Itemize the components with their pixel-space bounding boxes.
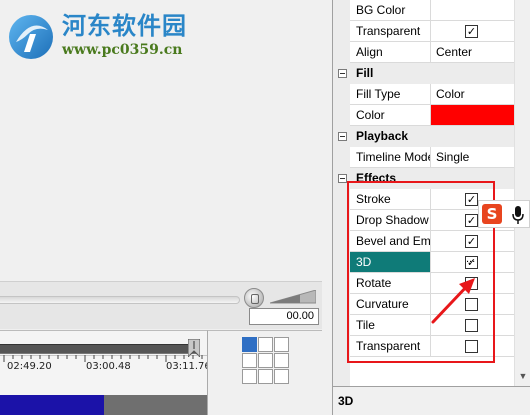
prop-value[interactable]: Center xyxy=(431,42,515,63)
prop-value[interactable] xyxy=(431,105,515,126)
align-middle-right-button[interactable] xyxy=(274,353,289,368)
prop-name: Align xyxy=(350,42,431,63)
prop-row-timeline-mode[interactable]: Timeline Mode Single xyxy=(333,147,515,168)
align-top-right-button[interactable] xyxy=(274,337,289,352)
watermark-title: 河东软件园 xyxy=(62,11,187,40)
watermark: 河东软件园 www.pc0359.cn xyxy=(2,4,232,66)
ime-toolbar[interactable]: S xyxy=(478,200,530,228)
alignment-grid xyxy=(242,337,290,385)
seek-track[interactable] xyxy=(0,296,240,304)
alignment-panel xyxy=(207,330,322,415)
ruler-label: 02:49.20 xyxy=(7,361,52,372)
checkbox[interactable]: ✓ xyxy=(465,25,478,38)
collapse-icon[interactable] xyxy=(338,69,347,78)
category-label: Playback xyxy=(350,126,515,147)
prop-value[interactable]: Single xyxy=(431,147,515,168)
timeline-empty-track[interactable] xyxy=(104,395,207,415)
align-middle-left-button[interactable] xyxy=(242,353,257,368)
timeline-panel[interactable]: 02:49.20 03:00.48 03:11.76 xyxy=(0,330,211,415)
prop-name: Timeline Mode xyxy=(350,147,431,168)
align-bottom-right-button[interactable] xyxy=(274,369,289,384)
preview-canvas[interactable]: 河东软件园 www.pc0359.cn xyxy=(0,0,322,280)
timeline-clip[interactable] xyxy=(0,395,104,415)
volume-slider[interactable] xyxy=(270,290,316,304)
align-top-left-button[interactable] xyxy=(242,337,257,352)
prop-row-fill-type[interactable]: Fill Type Color xyxy=(333,84,515,105)
ime-logo-icon[interactable]: S xyxy=(482,204,502,224)
color-swatch[interactable] xyxy=(431,105,515,125)
prop-name: Color xyxy=(350,105,431,126)
align-bottom-left-button[interactable] xyxy=(242,369,257,384)
prop-row-color[interactable]: Color xyxy=(333,105,515,126)
collapse-icon[interactable] xyxy=(338,132,347,141)
category-playback[interactable]: Playback xyxy=(333,126,515,147)
prop-name: Transparent xyxy=(350,21,431,42)
annotation-arrow-icon xyxy=(431,278,475,324)
category-fill[interactable]: Fill xyxy=(333,63,515,84)
watermark-url: www.pc0359.cn xyxy=(62,42,183,58)
microphone-icon[interactable] xyxy=(511,205,525,225)
align-top-center-button[interactable] xyxy=(258,337,273,352)
prop-row-transparent[interactable]: Transparent ✓ xyxy=(333,21,515,42)
prop-name: BG Color xyxy=(350,0,431,21)
align-bottom-center-button[interactable] xyxy=(258,369,273,384)
prop-value[interactable]: Color xyxy=(431,84,515,105)
prop-value[interactable] xyxy=(431,0,515,21)
align-middle-center-button[interactable] xyxy=(258,353,273,368)
prop-row-align[interactable]: Align Center xyxy=(333,42,515,63)
category-label: Fill xyxy=(350,63,515,84)
prop-row-bg-color[interactable]: BG Color xyxy=(333,0,515,21)
property-description: 3D xyxy=(332,386,530,415)
ruler-label: 03:11.76 xyxy=(166,361,211,372)
time-display: 00.00 xyxy=(249,308,319,325)
ruler-label: 03:00.48 xyxy=(86,361,131,372)
prop-name: Fill Type xyxy=(350,84,431,105)
timeline-scroll-track[interactable] xyxy=(0,344,200,354)
property-grid-scrollbar[interactable]: ▼ xyxy=(514,0,530,386)
scroll-down-icon[interactable]: ▼ xyxy=(515,368,530,384)
site-logo-icon xyxy=(9,15,53,59)
volume-icon[interactable] xyxy=(244,288,264,308)
collapse-icon[interactable] xyxy=(338,174,347,183)
editor-left-area: 河东软件园 www.pc0359.cn 00.00 02:49.20 03:00… xyxy=(0,0,322,415)
prop-value[interactable]: ✓ xyxy=(431,21,515,42)
